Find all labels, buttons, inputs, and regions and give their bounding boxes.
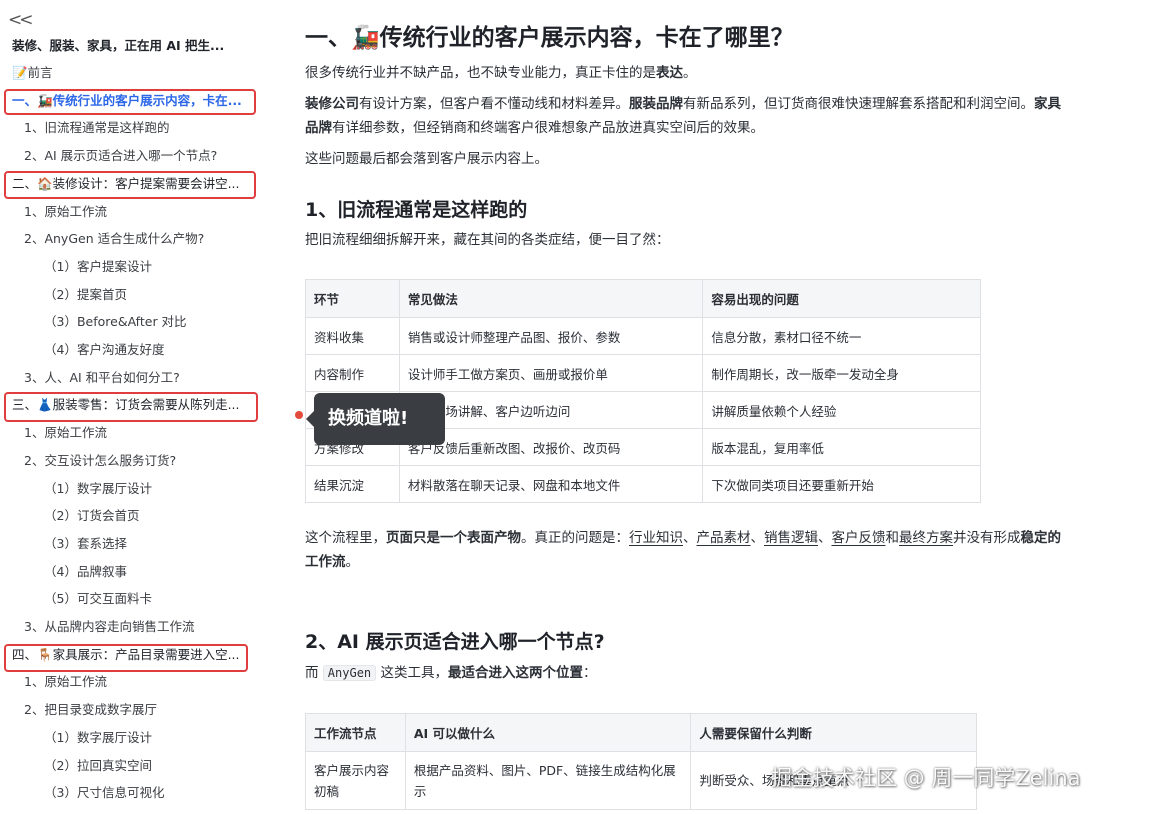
keyword-final-plan: 最终方案 [899,530,953,546]
table-header-cell: 常见做法 [398,279,704,318]
toc-sidebar: << 装修、服装、家具，正在用 AI 把生... 📝前言一、🚂传统行业的客户展示… [0,0,268,814]
paragraph-breakdown: 把旧流程细细拆解开来，藏在其间的各类症结，便一目了然： [305,232,670,248]
table-cell: 版本混乱，复用率低 [702,428,981,466]
text-span: 有新品系列，但订货商很难快速理解套系搭配和利润空间。 [683,96,1034,112]
double-chevron-left-icon[interactable]: << [8,10,33,30]
table-header-cell: 工作流节点 [305,713,406,752]
text-span: 和 [885,530,900,546]
paragraph-anygen: 而 AnyGen 这类工具，最适合进入这两个位置： [305,661,1065,685]
toc-item[interactable]: 1、旧流程通常是这样跑的 [24,117,254,139]
text-span: 有详细参数，但经销商和终端客户很难想象产品放进真实空间后的效果。 [332,120,764,136]
toc-item[interactable]: （5）可交互面料卡 [44,588,254,610]
paragraph-problem: 这个流程里，页面只是一个表面产物。真正的问题是：行业知识、产品素材、销售逻辑、客… [305,526,1065,574]
paragraph-examples: 装修公司有设计方案，但客户看不懂动线和材料差异。服装品牌有新品系列，但订货商很难… [305,92,1065,140]
text-bold: 装修公司 [305,96,359,112]
paragraph-intro: 很多传统行业并不缺产品，也不缺专业能力，真正卡住的是表达。 [305,61,1065,85]
text-span: 、 [818,530,832,546]
toc-item[interactable]: 2、AI 展示页适合进入哪一个节点? [24,145,254,167]
watermark: 掘金技术社区 @ 周一同学Zelina [771,766,1081,790]
table-cell: 讲解质量依赖个人经验 [702,391,981,429]
table-cell: 设计师手工做方案页、画册或报价单 [398,354,704,392]
table-row: 结果沉淀 材料散落在聊天记录、网盘和本地文件 下次做同类项目还要重新开始 [305,465,981,503]
text-span: 。 [345,554,360,570]
table-cell: 根据产品资料、图片、PDF、链接生成结构化展示 [404,751,692,810]
toc-item[interactable]: （2）订货会首页 [44,505,254,527]
toc-item[interactable]: 二、🏠装修设计：客户提案需要会讲空... [12,173,250,195]
heading-ai-node: 2、AI 展示页适合进入哪一个节点? [305,631,605,653]
toc-item[interactable]: 2、交互设计怎么服务订货? [24,450,254,472]
keyword-product-materials: 产品素材 [696,530,751,546]
toc-item[interactable]: （2）拉回真实空间 [44,755,254,777]
table-cell: 结果沉淀 [305,465,400,503]
table-cell: 制作周期长，改一版牵一发动全身 [702,354,981,392]
text-span: 。真正的问题是： [521,530,629,546]
table-row: 内容制作 设计师手工做方案页、画册或报价单 制作周期长，改一版牵一发动全身 [305,354,981,392]
text-span: 而 [305,665,319,681]
paragraph-summary: 这些问题最后都会落到客户展示内容上。 [305,151,548,167]
text-span: 、 [683,530,697,546]
table-cell: 材料散落在聊天记录、网盘和本地文件 [398,465,704,503]
text-span: 。 [683,65,697,81]
table-cell: 内容制作 [305,354,400,392]
inline-code: AnyGen [322,665,377,681]
toc-item[interactable]: 3、人、AI 和平台如何分工? [24,367,254,389]
toc-item[interactable]: （2）提案首页 [44,284,254,306]
text-span: 、 [750,530,765,546]
toc-item[interactable]: 三、👗服装零售：订货会需要从陈列走... [12,394,250,416]
table-cell: 资料收集 [305,317,400,355]
text-span: ： [582,665,597,681]
heading-old-process: 1、旧流程通常是这样跑的 [305,199,528,221]
toc-item[interactable]: 1、原始工作流 [24,201,254,223]
toc-item[interactable]: 📝前言 [12,62,250,84]
text-bold: 服装品牌 [629,96,683,112]
table-cell: 客户展示内容初稿 [305,751,406,810]
table-header-cell: AI 可以做什么 [404,713,692,752]
text-span: 有设计方案，但客户看不懂动线和材料差异。 [359,96,629,112]
toc-item[interactable]: 2、把目录变成数字展厅 [24,699,254,721]
text-bold: 最适合进入这两个位置 [447,665,583,681]
toc-item[interactable]: （1）客户提案设计 [44,256,254,278]
toc-item[interactable]: （3）套系选择 [44,533,254,555]
page-title: 一、🚂传统行业的客户展示内容，卡在了哪里？ [305,25,794,51]
text-span: 很多传统行业并不缺产品，也不缺专业能力，真正卡住的是 [305,65,656,81]
text-bold: 页面只是一个表面产物 [386,530,521,546]
toc-doc-title[interactable]: 装修、服装、家具，正在用 AI 把生... [12,35,250,57]
text-span: 这个流程里， [305,530,386,546]
tooltip-arrow [306,411,314,427]
toc-item[interactable]: 一、🚂传统行业的客户展示内容，卡在... [12,90,250,112]
table-row: 资料收集 销售或设计师整理产品图、报价、参数 信息分散，素材口径不统一 [305,317,981,355]
toc-item[interactable]: （1）数字展厅设计 [44,727,254,749]
process-table: 环节 常见做法 容易出现的问题 资料收集 销售或设计师整理产品图、报价、参数 信息分散，… [305,279,981,503]
toc-item[interactable]: 2、AnyGen 适合生成什么产物? [24,228,254,250]
keyword-customer-feedback: 客户反馈 [831,530,886,546]
toc-item[interactable]: 1、原始工作流 [24,671,254,693]
table-header-cell: 环节 [305,279,400,318]
table-cell: 下次做同类项目还要重新开始 [702,465,981,503]
text-span: 这类工具， [380,665,448,681]
table-header-cell: 人需要保留什么判断 [690,713,977,752]
text-span: 并没有形成 [953,530,1021,546]
tooltip-bubble: 换频道啦! [314,393,445,445]
toc-item[interactable]: （3）Before&After 对比 [44,311,254,333]
table-header-cell: 容易出现的问题 [702,279,981,318]
toc-item[interactable]: （3）尺寸信息可视化 [44,782,254,804]
toc-item[interactable]: 1、原始工作流 [24,422,254,444]
comment-dot-icon[interactable] [295,411,303,419]
keyword-sales-logic: 销售逻辑 [764,530,818,546]
table-cell: 信息分散，素材口径不统一 [702,317,981,355]
toc-item[interactable]: （4）客户沟通友好度 [44,339,254,361]
keyword-industry-knowledge: 行业知识 [629,530,683,546]
toc-item[interactable]: 四、🪑家具展示：产品目录需要进入空... [12,644,250,666]
toc-item[interactable]: （4）品牌叙事 [44,561,254,583]
text-bold: 表达 [656,65,683,81]
toc-item[interactable]: 3、从品牌内容走向销售工作流 [24,616,254,638]
table-cell: 销售或设计师整理产品图、报价、参数 [398,317,704,355]
toc-item[interactable]: （1）数字展厅设计 [44,478,254,500]
